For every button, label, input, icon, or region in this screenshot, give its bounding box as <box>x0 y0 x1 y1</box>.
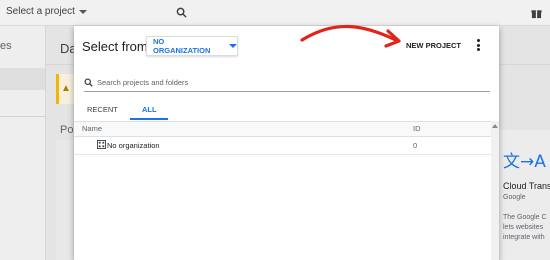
tab-bar: RECENT ALL <box>74 99 499 121</box>
scrollbar[interactable] <box>491 121 499 260</box>
api-card-partial[interactable] <box>56 140 76 260</box>
row-id: 0 <box>413 141 418 150</box>
leftnav-item-label[interactable]: es <box>0 40 12 52</box>
project-selector-label: Select a project <box>6 6 75 17</box>
translate-icon: 文→A <box>503 150 547 177</box>
search-icon[interactable] <box>176 5 187 23</box>
chevron-down-icon <box>229 44 237 48</box>
leftnav-divider <box>0 116 45 117</box>
search-field[interactable] <box>84 74 490 92</box>
chevron-down-icon <box>78 9 87 14</box>
project-selector[interactable]: Select a project <box>6 6 87 17</box>
organization-dropdown[interactable]: NO ORGANIZATION <box>146 36 238 56</box>
building-icon <box>97 140 106 151</box>
table-row[interactable]: No organization 0 <box>74 136 491 155</box>
column-header-id[interactable]: ID <box>413 124 421 133</box>
new-project-button[interactable]: NEW PROJECT <box>406 41 461 50</box>
gift-icon[interactable] <box>531 6 542 24</box>
api-card-description: The Google C lets websites integrate wit… <box>503 213 550 243</box>
scroll-up-arrow-icon[interactable] <box>492 124 498 128</box>
tab-all[interactable]: ALL <box>142 105 157 114</box>
leftnav-active-item[interactable] <box>0 68 45 90</box>
left-navigation: es <box>0 26 46 260</box>
dialog-title: Select from <box>82 39 148 54</box>
api-card-provider: Google <box>503 194 526 201</box>
warning-icon: ▲ <box>61 83 71 94</box>
search-input[interactable] <box>97 78 477 87</box>
description-line: integrate with <box>503 234 545 241</box>
description-line: lets websites <box>503 224 544 231</box>
section-label: Po <box>60 124 74 136</box>
column-header-name[interactable]: Name <box>82 124 102 133</box>
translate-logo-text: 文→A <box>503 152 546 172</box>
top-bar: Select a project <box>0 0 550 26</box>
more-options-icon[interactable] <box>475 39 481 53</box>
search-icon <box>84 74 93 92</box>
row-name: No organization <box>107 141 160 150</box>
select-project-dialog: Select from NO ORGANIZATION NEW PROJECT … <box>74 26 499 260</box>
api-card-title: Cloud Trans <box>503 181 550 191</box>
table-header: Name ID <box>74 121 491 137</box>
organization-dropdown-value: NO ORGANIZATION <box>153 37 211 55</box>
tab-recent[interactable]: RECENT <box>87 105 118 114</box>
description-line: The Google C <box>503 214 547 221</box>
active-tab-indicator <box>130 118 168 120</box>
